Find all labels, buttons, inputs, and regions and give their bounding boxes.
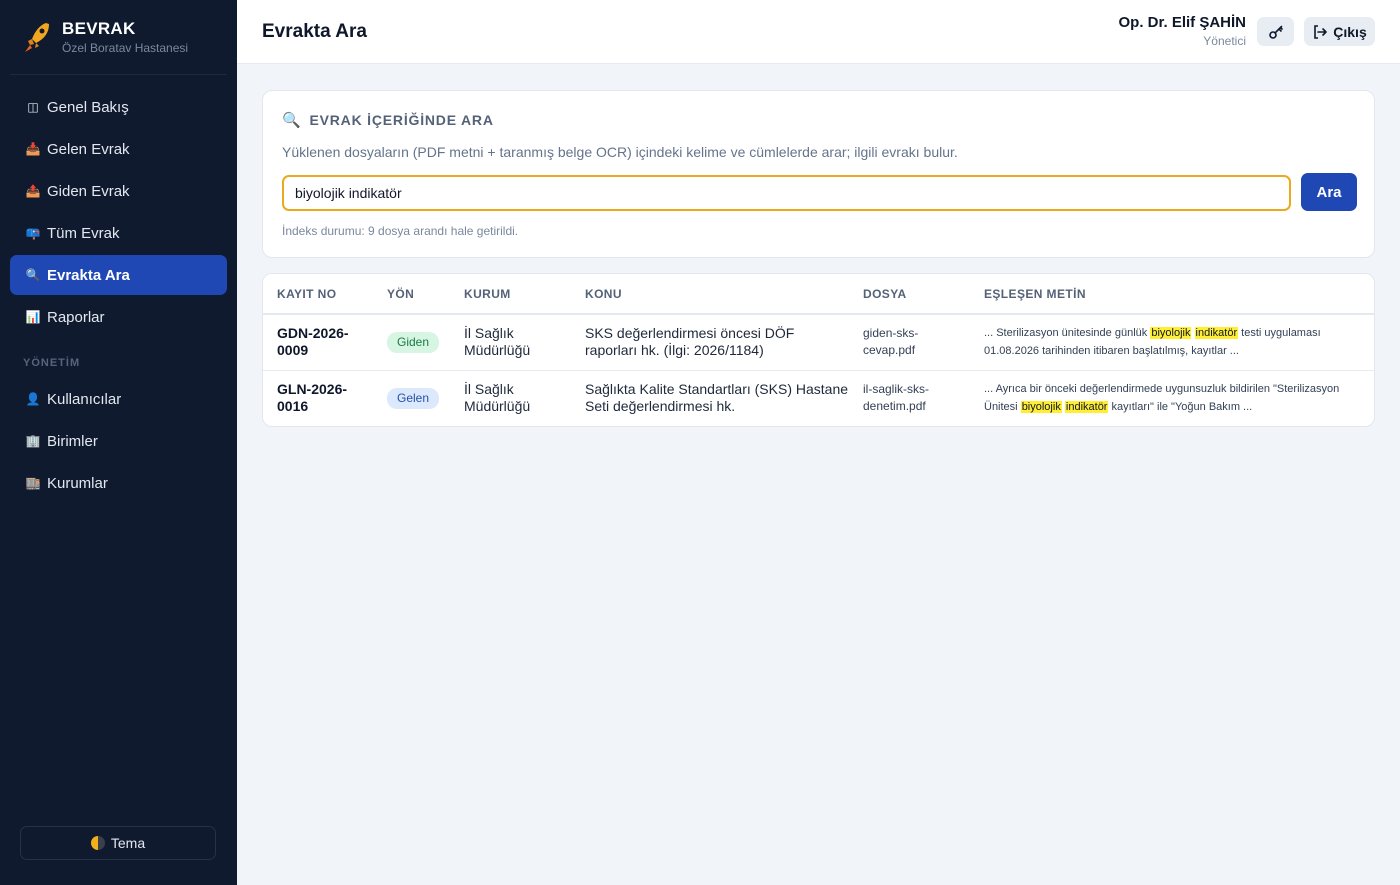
building-icon: 🏢	[25, 434, 41, 448]
sidebar-item-tum-evrak[interactable]: 📪 Tüm Evrak	[10, 213, 227, 253]
direction-cell: Giden	[373, 314, 450, 371]
subject-cell: SKS değerlendirmesi öncesi DÖF raporları…	[571, 314, 849, 371]
rocket-logo-icon	[25, 23, 49, 52]
search-card: 🔍 EVRAK İÇERİĞİNDE ARA Yüklenen dosyalar…	[262, 90, 1375, 258]
column-header-yon[interactable]: YÖN	[373, 274, 450, 315]
match-text: ... Sterilizasyon ünitesinde günlük	[984, 327, 1151, 340]
column-header-kayit-no[interactable]: KAYIT NO	[263, 274, 373, 315]
direction-badge: Gelen	[387, 387, 440, 409]
match-highlight: biyolojik	[1150, 327, 1192, 340]
sidebar-item-evrakta-ara[interactable]: 🔍 Evrakta Ara	[10, 255, 227, 295]
column-header-kurum[interactable]: KURUM	[450, 274, 571, 315]
institution-cell: İl Sağlık Müdürlüğü	[450, 314, 571, 371]
results-table: KAYIT NO YÖN KURUM KONU DOSYA EŞLEŞEN ME…	[262, 273, 1375, 427]
sidebar-item-genel-bakis[interactable]: ◫ Genel Bakış	[10, 87, 227, 127]
sidebar-section-title: YÖNETİM	[23, 357, 81, 369]
sidebar-item-label: Kurumlar	[47, 474, 108, 492]
sidebar-item-label: Tüm Evrak	[47, 224, 120, 242]
brand-name: BEVRAK	[62, 19, 136, 38]
sidebar-item-label: Kullanıcılar	[47, 390, 122, 408]
sidebar-item-gelen-evrak[interactable]: 📥 Gelen Evrak	[10, 129, 227, 169]
search-title-text: EVRAK İÇERİĞİNDE ARA	[309, 112, 494, 128]
file-link[interactable]: giden-sks-cevap.pdf	[849, 314, 970, 371]
sidebar-item-label: Genel Bakış	[47, 98, 129, 116]
subject-cell: Sağlıkta Kalite Standartları (SKS) Hasta…	[585, 381, 849, 415]
sidebar-item-raporlar[interactable]: 📊 Raporlar	[10, 297, 227, 337]
sidebar-item-label: Raporlar	[47, 308, 105, 326]
sidebar: BEVRAK Özel Boratav Hastanesi ◫ Genel Ba…	[0, 0, 237, 885]
sidebar-item-label: Evrakta Ara	[47, 266, 130, 284]
brand: BEVRAK Özel Boratav Hastanesi	[10, 0, 227, 75]
table-header-row: KAYIT NO YÖN KURUM KONU DOSYA EŞLEŞEN ME…	[263, 274, 1374, 315]
change-password-button[interactable]	[1257, 17, 1294, 46]
outbox-tray-icon: 📤	[25, 184, 41, 198]
user-icon: 👤	[25, 392, 41, 406]
search-button[interactable]: Ara	[1301, 173, 1357, 211]
match-highlight: indikatör	[1064, 401, 1109, 414]
magnifier-icon: 🔍	[25, 268, 41, 282]
user-info: Op. Dr. Elif ŞAHİN Yönetici	[1118, 14, 1246, 48]
match-highlight: indikatör	[1194, 327, 1239, 340]
match-highlight: biyolojik	[1020, 401, 1062, 414]
user-name: Op. Dr. Elif ŞAHİN	[1118, 14, 1246, 31]
inbox-tray-icon: 📥	[25, 142, 41, 156]
reg-no-cell[interactable]: GDN-2026-0009	[263, 314, 373, 371]
sidebar-item-giden-evrak[interactable]: 📤 Giden Evrak	[10, 171, 227, 211]
sidebar-item-label: Birimler	[47, 432, 98, 450]
sidebar-nav: ◫ Genel Bakış 📥 Gelen Evrak 📤 Giden Evra…	[0, 75, 237, 503]
sidebar-item-kullanicilar[interactable]: 👤 Kullanıcılar	[10, 379, 227, 419]
search-card-title: 🔍 EVRAK İÇERİĞİNDE ARA	[282, 111, 494, 129]
mailbox-icon: 📪	[25, 226, 41, 240]
column-header-eslesen-metin[interactable]: EŞLEŞEN METİN	[970, 274, 1374, 315]
search-input[interactable]	[282, 175, 1291, 211]
sidebar-item-label: Giden Evrak	[47, 182, 130, 200]
index-status: İndeks durumu: 9 dosya arandı hale getir…	[282, 224, 519, 238]
direction-cell: Gelen	[373, 370, 450, 426]
key-icon	[1268, 25, 1283, 39]
file-link[interactable]: il-saglik-sks-denetim.pdf	[849, 370, 970, 426]
theme-toggle-button[interactable]: Tema	[20, 826, 216, 860]
match-text: kayıtları" ile "Yoğun Bakım ...	[1108, 401, 1253, 414]
institution-cell: İl Sağlık Müdürlüğü	[464, 381, 531, 415]
direction-badge: Giden	[387, 331, 440, 353]
table-row[interactable]: GDN-2026-0009 Giden İl Sağlık Müdürlüğü …	[263, 314, 1374, 371]
sidebar-item-label: Gelen Evrak	[47, 140, 130, 158]
office-icon: 🏬	[25, 476, 41, 490]
theme-label: Tema	[110, 835, 146, 851]
match-text-cell: ... Sterilizasyon ünitesinde günlük biyo…	[970, 314, 1374, 371]
bar-chart-icon: 📊	[25, 310, 41, 324]
column-header-konu[interactable]: KONU	[571, 274, 849, 315]
page-title: Evrakta Ara	[262, 21, 367, 42]
layout-icon: ◫	[27, 100, 39, 114]
user-role: Yönetici	[1203, 34, 1246, 48]
sidebar-item-birimler[interactable]: 🏢 Birimler	[10, 421, 227, 461]
magnifier-icon: 🔍	[282, 112, 302, 129]
sidebar-item-kurumlar[interactable]: 🏬 Kurumlar	[10, 463, 227, 503]
column-header-dosya[interactable]: DOSYA	[849, 274, 970, 315]
logout-button[interactable]: Çıkış	[1304, 17, 1375, 46]
reg-no-cell[interactable]: GLN-2026-0016	[263, 370, 373, 426]
match-text-cell: ... Ayrıca bir önceki değerlendirmede uy…	[970, 370, 1374, 426]
search-description: Yüklenen dosyaların (PDF metni + taranmı…	[282, 144, 958, 160]
logout-icon	[1314, 24, 1328, 39]
logout-label: Çıkış	[1333, 23, 1367, 40]
top-header: Evrakta Ara Op. Dr. Elif ŞAHİN Yönetici …	[237, 0, 1400, 64]
brand-subtitle: Özel Boratav Hastanesi	[62, 41, 189, 55]
table-row[interactable]: GLN-2026-0016 Gelen İl Sağlık Müdürlüğü …	[263, 370, 1374, 426]
half-moon-icon	[90, 836, 105, 850]
